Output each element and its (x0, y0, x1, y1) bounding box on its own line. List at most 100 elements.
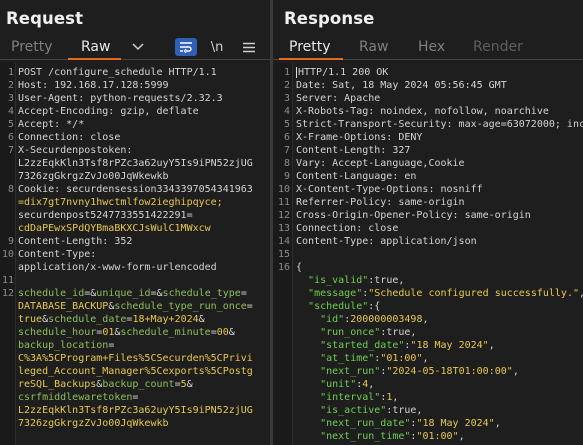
line-text: Cross-Origin-Opener-Policy: same-origin (296, 210, 531, 221)
line-number: 8 (283, 158, 290, 169)
line-number: 12 (1, 288, 14, 299)
line-text: "interval":1, (320, 392, 399, 403)
tab-pretty[interactable]: Pretty (289, 39, 331, 55)
line-number: 12 (277, 210, 290, 221)
line-number: 13 (277, 223, 290, 234)
line-number: 16 (277, 262, 290, 273)
line-text: "id":200000003498, (320, 314, 429, 325)
line-number: 10 (1, 249, 14, 260)
line-text: Server: Apache (296, 93, 381, 104)
line-number: 3 (7, 93, 14, 104)
line-text: 7326zgGkrgzZvJo00JqWkewkb (18, 418, 169, 429)
line-text: "started_date":"18 May 2024", (320, 340, 495, 351)
line-text: Accept-Encoding: gzip, deflate (18, 106, 199, 117)
line-text: X-Robots-Tag: noindex, nofollow, noarchi… (296, 106, 549, 117)
line-number: 1 (283, 67, 290, 78)
line-text: Connection: close (296, 223, 399, 234)
line-text: schedule_id=&unique_id=&schedule_type= (18, 288, 247, 299)
response-title: Response (284, 9, 375, 28)
line-text: Content-Length: 352 (18, 236, 133, 247)
line-text: POST /configure_schedule HTTP/1.1 (18, 67, 217, 78)
line-number: 2 (7, 80, 14, 91)
line-text: DATABASE_BACKUP&schedule_type_run_once= (18, 301, 253, 312)
request-title: Request (6, 9, 84, 28)
line-text: User-Agent: python-requests/2.32.3 (18, 93, 223, 104)
line-text: X-Frame-Options: DENY (296, 132, 423, 143)
request-editor[interactable]: 1 POST /configure_schedule HTTP/1.1 2 Host:… (0, 63, 270, 445)
line-number: 5 (283, 119, 290, 130)
line-text: 7326zgGkrgzZvJo00JqWkewkb (18, 171, 169, 182)
line-text: backup_location= (18, 340, 115, 351)
line-number: 2 (283, 80, 290, 91)
line-number: 9 (7, 236, 14, 247)
line-number: 11 (277, 197, 290, 208)
line-text: "next_run_time":"01:00", (320, 431, 465, 442)
tab-raw[interactable]: Raw (81, 39, 110, 55)
text-cursor (296, 66, 297, 78)
tab-pretty[interactable]: Pretty (11, 39, 53, 55)
line-number: 7 (7, 145, 14, 156)
line-text: Cookie: securdensession3343397054341963 (18, 184, 253, 195)
response-pane: Response Pretty Raw Hex Render 1 HTTP/1.1… (273, 0, 583, 445)
line-text: =dix7gt7nvny1hwctmlfow2ieghipqyce; (18, 197, 223, 208)
line-number: 7 (283, 145, 290, 156)
tab-hex[interactable]: Hex (418, 39, 445, 55)
wrap-lines-icon[interactable] (175, 38, 197, 56)
line-text: X-Securdenpostoken: (18, 145, 133, 156)
line-text: application/x-www-form-urlencoded (18, 262, 217, 273)
line-text: csrfmiddlewaretoken= (18, 392, 139, 403)
line-text: HTTP/1.1 200 OK (296, 66, 389, 78)
line-text: schedule_hour=01&schedule_minute=00& (18, 327, 235, 338)
line-text: securdenpost5247733551422291= (18, 210, 193, 221)
line-text: leged_Account_Manager%5Cexports%5CPostg (18, 366, 253, 377)
line-text: cdDaPEwxSPdQYBmaBKXCJsWulC1MWxcw (18, 223, 211, 234)
line-text: Referrer-Policy: same-origin (296, 197, 465, 208)
line-text: reSQL_Backups&backup_count=5& (18, 379, 193, 390)
line-text: Connection: close (18, 132, 121, 143)
line-text: "schedule":{ (308, 301, 381, 312)
hamburger-menu-icon[interactable] (238, 38, 260, 56)
line-text: "at_time":"01:00", (320, 353, 429, 364)
line-text: Date: Sat, 18 May 2024 05:56:45 GMT (296, 80, 507, 91)
tab-raw[interactable]: Raw (359, 39, 388, 55)
active-tab-indicator (68, 58, 121, 60)
line-text: Content-Length: 327 (296, 145, 411, 156)
line-text: Content-Type: application/json (296, 236, 477, 247)
line-text: "next_run_date":"18 May 2024", (320, 418, 501, 429)
line-number: 11 (1, 275, 14, 286)
line-text: "next_run":"2024-05-18T01:00:00", (320, 366, 519, 377)
line-text: "message":"Schedule configured successfu… (308, 288, 583, 299)
chevron-down-icon[interactable] (127, 38, 149, 56)
line-text: L2zzEqkKln3Tsf8rPZc3a62uyY5Is9iPN52zjUG (18, 158, 253, 169)
line-text: { (296, 262, 303, 273)
line-text: Strict-Transport-Security: max-age=63072… (296, 119, 583, 130)
line-text: Content-Type: (18, 249, 97, 260)
line-text: "unit":4, (320, 379, 375, 390)
line-number: 10 (277, 184, 290, 195)
line-text: "is_active":true, (320, 405, 423, 416)
line-number: 6 (283, 132, 290, 143)
line-number: 14 (277, 236, 290, 247)
line-text: Content-Language: en (296, 171, 417, 182)
request-tabbar: Pretty Raw \n (0, 36, 270, 60)
line-number: 15 (277, 249, 290, 260)
response-tabbar: Pretty Raw Hex Render (273, 36, 583, 60)
line-text: L2zzEqkKln3Tsf8rPZc3a62uyY5Is9iPN52zjUG (18, 405, 253, 416)
line-number: 4 (283, 106, 290, 117)
request-pane: Request Pretty Raw \n 1 POST /configure_s… (0, 0, 270, 445)
newline-toggle-icon[interactable]: \n (206, 38, 228, 56)
line-number: 6 (7, 132, 14, 143)
line-text: X-Content-Type-Options: nosniff (296, 184, 483, 195)
line-text: true&schedule_date=18+May+2024& (18, 314, 205, 325)
line-number: 8 (7, 184, 14, 195)
tab-render[interactable]: Render (473, 39, 523, 55)
line-number: 4 (7, 106, 14, 117)
line-text: C%3A%5CProgram+Files%5CSecurden%5CPrivi (18, 353, 253, 364)
line-text: Host: 192.168.17.128:5999 (18, 80, 169, 91)
line-text: Vary: Accept-Language,Cookie (296, 158, 465, 169)
line-number: 3 (283, 93, 290, 104)
response-viewer[interactable]: 1 HTTP/1.1 200 OK 2 Date: Sat, 18 May 2024 … (273, 63, 583, 445)
line-number: 5 (7, 119, 14, 130)
line-text: Accept: */* (18, 119, 85, 130)
active-tab-indicator (279, 58, 343, 60)
